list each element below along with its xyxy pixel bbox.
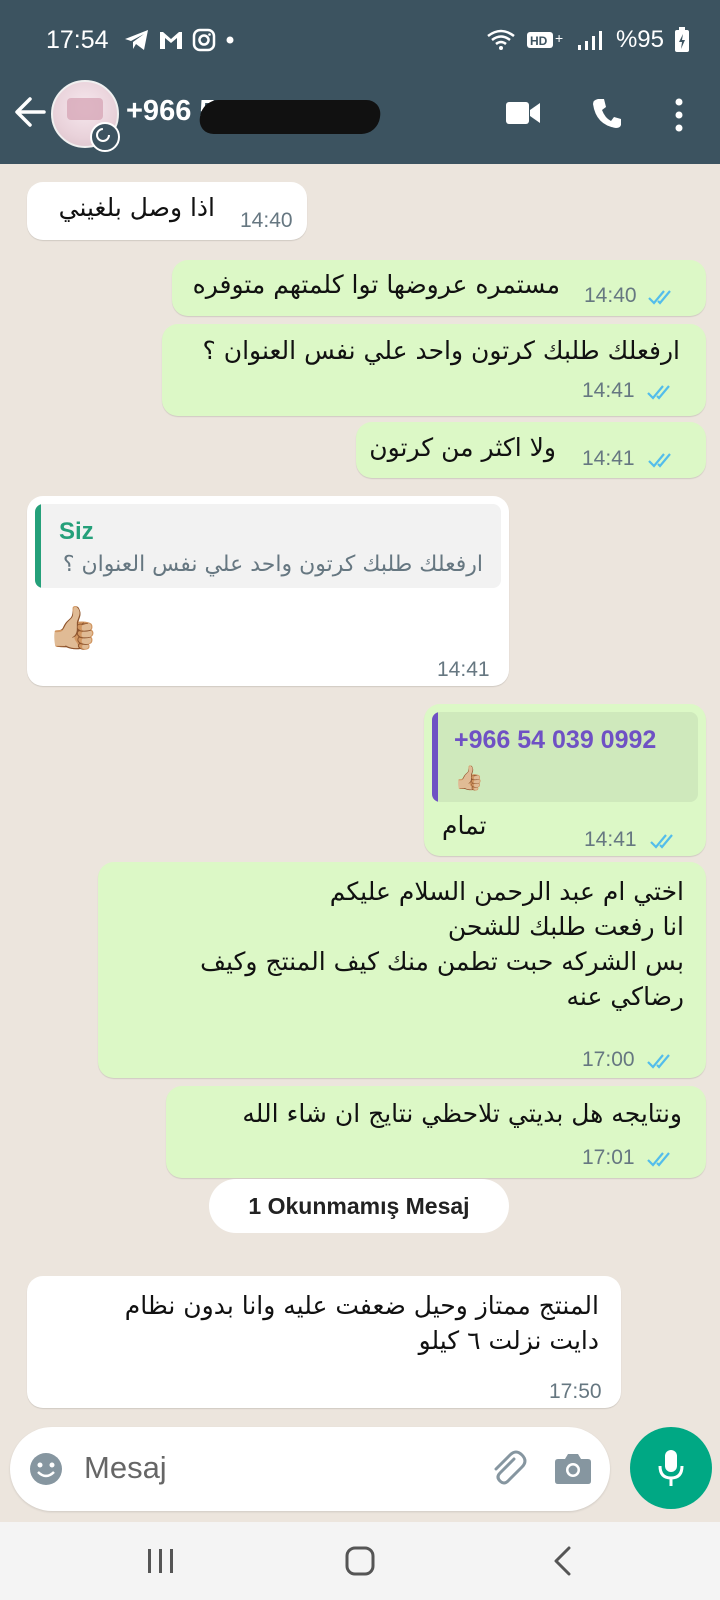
message-time: 14:41 bbox=[582, 379, 635, 402]
read-receipt-icon bbox=[647, 385, 670, 400]
redaction-mark bbox=[197, 100, 383, 134]
camera-icon[interactable] bbox=[554, 1451, 592, 1485]
message-bubble-incoming[interactable]: المنتج ممتاز وحيل ضعفت عليه وانا بدون نظ… bbox=[27, 1276, 621, 1408]
voice-call-icon[interactable] bbox=[592, 97, 622, 129]
status-system-icons: HD + %95 bbox=[486, 26, 690, 54]
system-navigation-bar bbox=[0, 1522, 720, 1600]
message-bubble-outgoing[interactable]: اختي ام عبد الرحمن السلام عليكم انا رفعت… bbox=[98, 862, 706, 1078]
signal-icon bbox=[577, 31, 602, 50]
message-bubble-outgoing[interactable]: ارفعلك طلبك كرتون واحد علي نفس العنوان ؟… bbox=[162, 324, 706, 416]
attach-icon[interactable] bbox=[488, 1449, 528, 1489]
read-receipt-icon bbox=[648, 290, 671, 305]
disappearing-timer-icon bbox=[90, 122, 120, 152]
message-time: 14:40 bbox=[240, 209, 293, 232]
message-text: ونتايجه هل بديتي تلاحظي نتايج ان شاء الل… bbox=[242, 1099, 682, 1128]
back-arrow-icon[interactable] bbox=[14, 94, 46, 130]
battery-charging-icon bbox=[675, 27, 689, 52]
message-bubble-outgoing[interactable]: ولا اكثر من كرتون 14:41 bbox=[356, 422, 706, 478]
nav-back-icon[interactable] bbox=[553, 1546, 573, 1576]
more-vert-icon[interactable] bbox=[674, 98, 684, 132]
quoted-sender: +966 54 039 0992 bbox=[454, 726, 657, 754]
message-time: 14:41 bbox=[437, 658, 490, 681]
status-notification-icons bbox=[124, 28, 236, 52]
read-receipt-icon bbox=[648, 453, 671, 468]
gmail-icon bbox=[160, 32, 182, 49]
message-time: 17:50 bbox=[549, 1380, 602, 1403]
message-time: 17:01 bbox=[582, 1146, 635, 1169]
message-text: ولا اكثر من كرتون bbox=[369, 433, 556, 462]
message-time: 14:41 bbox=[582, 447, 635, 470]
read-receipt-icon bbox=[647, 1054, 670, 1069]
quoted-emoji: 👍🏼 bbox=[454, 765, 484, 792]
emoji-icon[interactable] bbox=[28, 1451, 64, 1487]
message-input[interactable]: Mesaj bbox=[84, 1450, 167, 1486]
telegram-icon bbox=[125, 30, 148, 50]
hd-icon: HD + bbox=[526, 30, 563, 48]
message-text: المنتج ممتاز وحيل ضعفت عليه وانا بدون نظ… bbox=[124, 1291, 599, 1355]
message-time: 14:41 bbox=[584, 828, 637, 851]
thumbs-up-emoji: 👍🏼 bbox=[47, 604, 100, 651]
svg-text:+: + bbox=[555, 30, 563, 46]
message-bubble-incoming[interactable]: اذا وصل بلغيني 14:40 bbox=[27, 182, 307, 240]
message-time: 17:00 bbox=[582, 1048, 635, 1071]
message-composer[interactable]: Mesaj bbox=[10, 1427, 610, 1511]
battery-percent: %95 bbox=[615, 26, 664, 53]
quoted-message[interactable]: Siz ارفعلك طلبك كرتون واحد علي نفس العنو… bbox=[35, 504, 501, 588]
message-text: اذا وصل بلغيني bbox=[58, 193, 215, 222]
read-receipt-icon bbox=[647, 1152, 670, 1167]
voice-message-button[interactable] bbox=[630, 1427, 712, 1509]
home-icon[interactable] bbox=[345, 1546, 375, 1576]
message-text: تمام bbox=[442, 811, 487, 840]
message-bubble-outgoing[interactable]: مستمره عروضها توا كلمتهم متوفره 14:40 bbox=[172, 260, 706, 316]
quoted-message[interactable]: +966 54 039 0992 👍🏼 bbox=[432, 712, 698, 802]
recent-apps-icon[interactable] bbox=[146, 1548, 176, 1574]
message-bubble-outgoing[interactable]: ونتايجه هل بديتي تلاحظي نتايج ان شاء الل… bbox=[166, 1086, 706, 1178]
message-text: اختي ام عبد الرحمن السلام عليكم انا رفعت… bbox=[200, 877, 684, 1011]
message-time: 14:40 bbox=[584, 284, 637, 307]
message-text: مستمره عروضها توا كلمتهم متوفره bbox=[192, 270, 560, 299]
unread-messages-divider: 1 Okunmamış Mesaj bbox=[209, 1179, 509, 1233]
status-time: 17:54 bbox=[46, 26, 109, 54]
dot-icon bbox=[226, 36, 234, 44]
message-bubble-incoming-reply[interactable]: Siz ارفعلك طلبك كرتون واحد علي نفس العنو… bbox=[27, 496, 509, 686]
quoted-text: ارفعلك طلبك كرتون واحد علي نفس العنوان ؟ bbox=[62, 552, 483, 577]
svg-text:HD: HD bbox=[530, 34, 548, 48]
read-receipt-icon bbox=[650, 834, 673, 849]
message-text: ارفعلك طلبك كرتون واحد علي نفس العنوان ؟ bbox=[202, 336, 680, 365]
quoted-sender: Siz bbox=[59, 518, 94, 545]
message-bubble-outgoing-reply[interactable]: +966 54 039 0992 👍🏼 تمام 14:41 bbox=[424, 704, 706, 856]
microphone-icon bbox=[658, 1450, 684, 1486]
wifi-icon bbox=[487, 29, 515, 50]
instagram-icon bbox=[192, 28, 216, 52]
video-call-icon[interactable] bbox=[505, 100, 541, 126]
app-bar: 17:54 HD + %95 +966 5 bbox=[0, 0, 720, 164]
